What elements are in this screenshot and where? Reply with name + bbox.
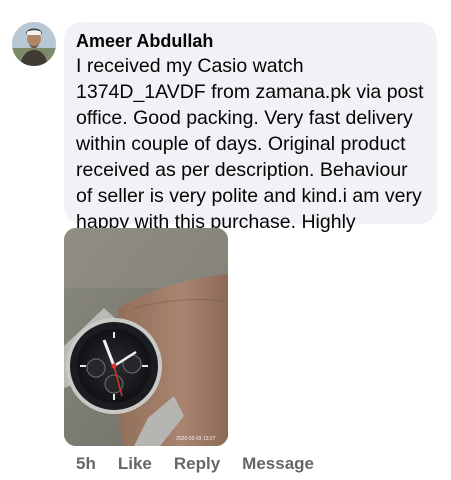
comment-photo[interactable]: 2020-02-03 13:27 xyxy=(64,228,228,446)
comment-bubble: Ameer Abdullah I received my Casio watch… xyxy=(64,22,437,259)
watch-photo-image: 2020-02-03 13:27 xyxy=(64,228,228,446)
comment: Ameer Abdullah I received my Casio watch… xyxy=(0,0,451,480)
reply-button[interactable]: Reply xyxy=(174,454,220,474)
comment-author[interactable]: Ameer Abdullah xyxy=(76,29,425,53)
avatar[interactable] xyxy=(12,22,56,66)
like-button[interactable]: Like xyxy=(118,454,152,474)
comment-actions: 5h Like Reply Message xyxy=(76,452,314,476)
comment-timestamp[interactable]: 5h xyxy=(76,454,96,474)
photo-timestamp: 2020-02-03 13:27 xyxy=(176,436,216,442)
message-button[interactable]: Message xyxy=(242,454,314,474)
avatar-image xyxy=(12,22,56,66)
